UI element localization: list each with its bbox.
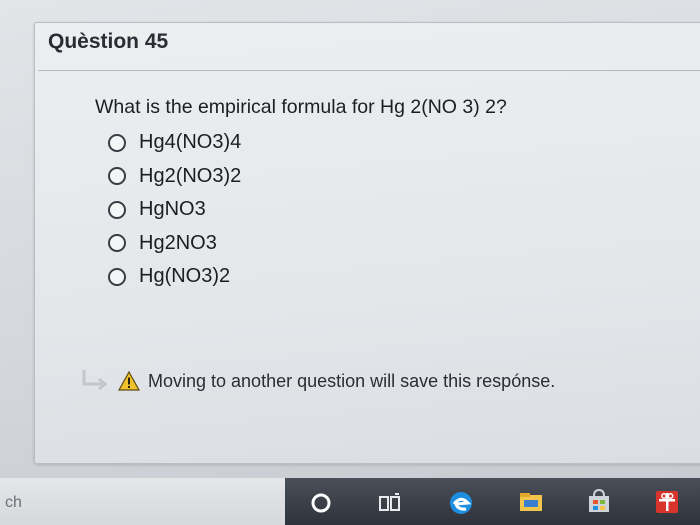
- gift-app-icon[interactable]: [651, 485, 683, 517]
- answer-label: Hg2(NO3)2: [139, 164, 242, 187]
- store-icon[interactable]: [583, 485, 615, 517]
- question-text: What is the empirical formula for Hg 2(N…: [95, 96, 507, 118]
- screen: Quèstion 45 What is the empirical formul…: [0, 0, 700, 525]
- answer-label: HgNO3: [139, 198, 206, 221]
- radio-button[interactable]: [108, 133, 126, 152]
- question-number-heading: Quèstion 45: [48, 30, 169, 53]
- answer-option-2[interactable]: Hg2(NO3)2: [108, 160, 241, 194]
- taskbar: ch: [0, 478, 700, 525]
- taskbar-icons: [285, 478, 700, 525]
- file-explorer-icon[interactable]: [515, 485, 547, 517]
- radio-button[interactable]: [108, 167, 126, 186]
- answer-option-1[interactable]: Hg4(NO3)4: [108, 126, 241, 160]
- radio-button[interactable]: [108, 234, 126, 253]
- taskbar-search-box[interactable]: ch: [0, 478, 285, 525]
- radio-button[interactable]: [108, 267, 126, 286]
- cortana-circle-icon[interactable]: [305, 485, 337, 517]
- answer-option-5[interactable]: Hg(NO3)2: [108, 260, 241, 294]
- header-divider: [38, 70, 700, 71]
- search-box-text: ch: [5, 494, 22, 511]
- answer-label: Hg(NO3)2: [139, 265, 231, 288]
- radio-button[interactable]: [108, 200, 126, 219]
- warning-icon: [118, 371, 140, 391]
- save-notice-text: Moving to another question will save thi…: [148, 370, 556, 391]
- edge-browser-icon[interactable]: [445, 485, 477, 517]
- answer-option-3[interactable]: HgNO3: [108, 193, 241, 227]
- answer-label: Hg2NO3: [139, 231, 217, 254]
- answer-option-4[interactable]: Hg2NO3: [108, 227, 241, 261]
- save-notice: Moving to another question will save thi…: [80, 366, 555, 396]
- arrow-right-icon: [82, 370, 108, 391]
- answer-label: Hg4(NO3)4: [139, 131, 242, 154]
- answer-options: Hg4(NO3)4 Hg2(NO3)2 HgNO3 Hg2NO3 Hg(NO3)…: [108, 126, 241, 294]
- task-view-icon[interactable]: [373, 485, 405, 517]
